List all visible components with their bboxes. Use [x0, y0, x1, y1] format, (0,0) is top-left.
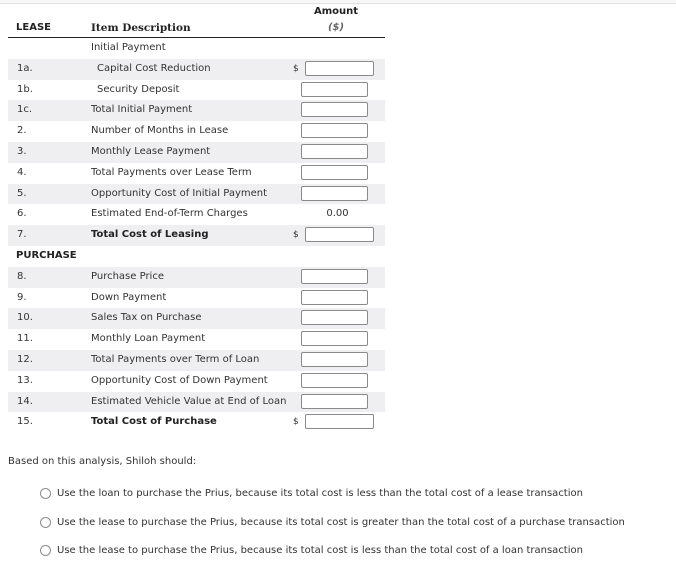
option-label[interactable]: Use the loan to purchase the Prius, beca…: [57, 488, 583, 499]
dollar-sign: $: [293, 63, 299, 74]
row-number: 8.: [17, 270, 27, 282]
row-number: 11.: [17, 333, 33, 345]
row-description: Security Deposit: [97, 83, 180, 95]
row-description: Purchase Price: [91, 270, 164, 282]
table-row: 2. Number of Months in Lease: [8, 121, 385, 142]
table-row: 15. Total Cost of Purchase $: [8, 412, 385, 433]
row-description: Total Cost of Purchase: [91, 416, 217, 428]
table-row: 11. Monthly Loan Payment: [8, 329, 385, 350]
table-row: Initial Payment: [8, 38, 385, 59]
dollar-sign: $: [293, 230, 299, 241]
row-number: 14.: [17, 395, 33, 407]
amount-unit-label: ($): [327, 22, 345, 33]
row-description: Opportunity Cost of Initial Payment: [91, 187, 268, 199]
table-row: 7. Total Cost of Leasing $: [8, 225, 385, 246]
row-description: Estimated End-of-Term Charges: [91, 208, 248, 220]
amount-input[interactable]: [301, 310, 368, 326]
table-row: 9. Down Payment: [8, 288, 385, 309]
analysis-table: Initial Payment 1a. Capital Cost Reduction…: [8, 38, 385, 433]
table-row: 10. Sales Tax on Purchase: [8, 308, 385, 330]
amount-input[interactable]: [305, 60, 374, 76]
amount-input[interactable]: [301, 393, 368, 409]
row-number: 4.: [17, 166, 27, 178]
row-description: Number of Months in Lease: [91, 125, 229, 137]
amount-input[interactable]: [301, 351, 368, 367]
row-description: Total Payments over Term of Loan: [91, 353, 260, 365]
amount-input[interactable]: [301, 268, 368, 284]
row-number: 2.: [17, 125, 27, 137]
static-amount: 0.00: [326, 208, 349, 220]
row-description: Total Payments over Lease Term: [91, 166, 252, 178]
question-prompt: Based on this analysis, Shiloh should:: [8, 456, 197, 467]
table-row: 12. Total Payments over Term of Loan: [8, 349, 385, 371]
table-row: 5. Opportunity Cost of Initial Payment: [8, 183, 385, 205]
table-row: 14. Estimated Vehicle Value at End of Loa…: [8, 391, 385, 413]
table-row: 8. Purchase Price: [8, 266, 385, 288]
amount-input[interactable]: [301, 185, 368, 201]
amount-input[interactable]: [301, 143, 368, 159]
table-row: 6. Estimated End-of-Term Charges 0.00: [8, 204, 385, 225]
amount-input[interactable]: [301, 372, 368, 388]
table-row: 4. Total Payments over Lease Term: [8, 163, 385, 184]
radio-button[interactable]: [40, 488, 51, 499]
row-description: Monthly Lease Payment: [91, 145, 211, 157]
top-divider: [0, 3, 676, 4]
row-number: 13.: [17, 374, 33, 386]
row-number: 10.: [17, 312, 33, 324]
amount-input[interactable]: [305, 414, 374, 430]
row-number: 12.: [17, 353, 33, 365]
row-number: 1a.: [17, 62, 33, 74]
row-number: 3.: [17, 145, 27, 157]
row-description: Opportunity Cost of Down Payment: [91, 374, 268, 386]
row-description: Total Initial Payment: [91, 104, 193, 116]
row-number: 6.: [17, 208, 27, 220]
row-description: Monthly Loan Payment: [91, 333, 206, 345]
amount-input[interactable]: [301, 102, 368, 118]
table-row: 1c. Total Initial Payment: [8, 100, 385, 122]
purchase-section-row: PURCHASE: [8, 246, 385, 267]
row-description: Total Cost of Leasing: [91, 229, 209, 241]
row-number: 1c.: [17, 104, 33, 116]
item-description-header: Item Description: [91, 22, 191, 34]
amount-input[interactable]: [301, 123, 368, 139]
row-description: Sales Tax on Purchase: [91, 312, 202, 324]
table-row: 13. Opportunity Cost of Down Payment: [8, 371, 385, 392]
row-number: 5.: [17, 187, 27, 199]
table-row: 1b. Security Deposit: [8, 80, 385, 101]
amount-column-header: Amount: [313, 6, 359, 17]
radio-button[interactable]: [40, 516, 51, 528]
lease-section-header: LEASE: [16, 22, 51, 33]
amount-input[interactable]: [305, 227, 374, 243]
purchase-section-header: PURCHASE: [16, 249, 77, 261]
row-description: Capital Cost Reduction: [97, 62, 211, 74]
option-label[interactable]: Use the lease to purchase the Prius, bec…: [57, 517, 625, 528]
row-number: 9.: [17, 291, 27, 303]
radio-button[interactable]: [40, 545, 51, 556]
row-number: 7.: [17, 229, 27, 241]
row-description: Down Payment: [91, 291, 167, 303]
row-description: Initial Payment: [91, 42, 166, 53]
option-label[interactable]: Use the lease to purchase the Prius, bec…: [57, 545, 583, 556]
row-number: 15.: [17, 416, 33, 428]
table-row: 3. Monthly Lease Payment: [8, 141, 385, 163]
row-number: 1b.: [17, 83, 33, 95]
amount-input[interactable]: [301, 81, 368, 97]
table-row: 1a. Capital Cost Reduction $: [8, 58, 385, 80]
amount-input[interactable]: [301, 289, 368, 305]
amount-input[interactable]: [301, 164, 368, 180]
row-description: Estimated Vehicle Value at End of Loan: [91, 395, 287, 407]
amount-input[interactable]: [301, 331, 368, 347]
dollar-sign: $: [293, 417, 299, 428]
